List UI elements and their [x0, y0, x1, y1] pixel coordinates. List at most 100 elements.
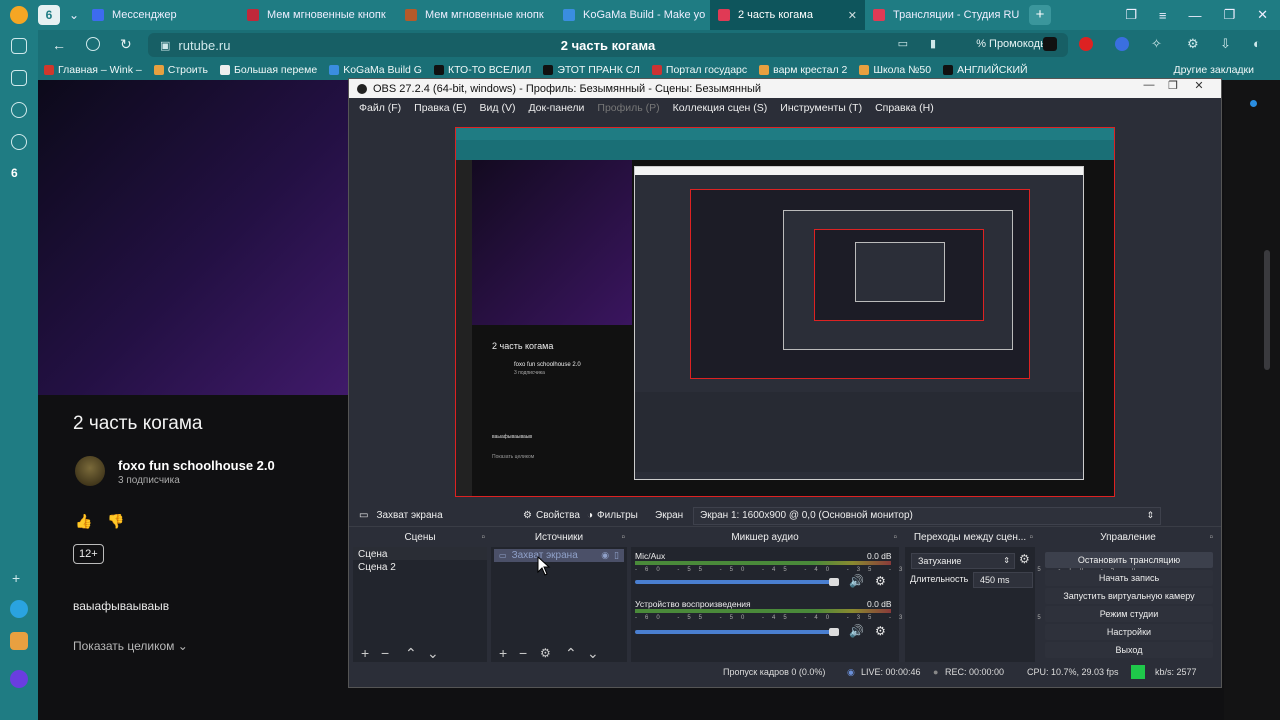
- reload-icon[interactable]: ↻: [120, 36, 132, 53]
- properties-button[interactable]: ⚙ Свойства: [523, 510, 580, 521]
- bookmark-item[interactable]: Главная – Wink –: [44, 64, 142, 76]
- start-recording-button[interactable]: Начать запись: [1045, 570, 1213, 586]
- new-tab-button[interactable]: +: [1029, 5, 1051, 25]
- dislike-icon[interactable]: 👎: [107, 513, 124, 530]
- bookmark-icon[interactable]: ▮: [930, 37, 936, 50]
- telegram-icon[interactable]: [10, 600, 28, 618]
- avatar[interactable]: [75, 456, 105, 486]
- filters-button[interactable]: ◑ Фильтры: [587, 510, 638, 521]
- menu-tools[interactable]: Инструменты (T): [780, 102, 862, 114]
- tabs-icon[interactable]: [11, 70, 27, 86]
- bookmark-item[interactable]: Большая переме: [219, 64, 317, 76]
- source-up-button[interactable]: ⌃: [565, 645, 577, 662]
- transition-gear-icon[interactable]: ⚙: [1019, 552, 1030, 566]
- reader-icon[interactable]: ▭: [898, 37, 908, 50]
- extension-puzzle-icon[interactable]: ✧: [1151, 36, 1162, 52]
- scrollbar[interactable]: [1264, 250, 1270, 370]
- bookmark-item[interactable]: АНГЛИЙСКИЙ: [943, 64, 1028, 76]
- obs-close-icon[interactable]: ✕: [1187, 79, 1211, 92]
- bookmark-item[interactable]: KoGaMa Build G: [329, 64, 422, 76]
- add-scene-button[interactable]: +: [361, 645, 369, 661]
- close-window-icon[interactable]: ✕: [1257, 7, 1268, 23]
- other-bookmarks[interactable]: Другие закладки: [1174, 64, 1254, 76]
- downloads-icon[interactable]: [11, 134, 27, 150]
- tab-list-chevron-icon[interactable]: ⌄: [64, 8, 84, 22]
- source-item[interactable]: ▭ Захват экрана ◉ ▯: [494, 549, 624, 562]
- exit-button[interactable]: Выход: [1045, 642, 1213, 658]
- undock-icon[interactable]: ▫: [893, 532, 897, 543]
- mixer-slider-knob[interactable]: [829, 628, 839, 636]
- profile-icon[interactable]: ◐: [1253, 36, 1261, 51]
- game-icon[interactable]: [10, 632, 28, 650]
- promo-button[interactable]: % Промокоды: [976, 38, 1048, 50]
- channel-name[interactable]: foxo fun schoolhouse 2.0: [118, 458, 275, 473]
- minimize-icon[interactable]: —: [1188, 8, 1201, 23]
- undock-icon[interactable]: ▫: [1209, 532, 1213, 543]
- remove-scene-button[interactable]: −: [381, 645, 389, 661]
- extension-gear-icon[interactable]: ⚙: [1187, 36, 1199, 52]
- undock-icon[interactable]: ▫: [481, 532, 485, 543]
- obs-minimize-icon[interactable]: —: [1137, 79, 1161, 91]
- mixer-volume-slider[interactable]: [635, 580, 835, 584]
- tab-active-video[interactable]: 2 часть когама ✕: [710, 0, 865, 30]
- mixer-volume-slider[interactable]: [635, 630, 835, 634]
- add-panel-icon[interactable]: +: [12, 570, 20, 586]
- extension-red-icon[interactable]: [1079, 37, 1093, 51]
- bookmark-item[interactable]: варм крестал 2: [759, 64, 847, 76]
- obs-maximize-icon[interactable]: ❐: [1161, 79, 1185, 92]
- menu-docks[interactable]: Док-панели: [528, 102, 584, 114]
- yandex-y-icon[interactable]: [86, 37, 100, 51]
- downloads-bar-icon[interactable]: ⇩: [1220, 36, 1231, 52]
- menu-file[interactable]: Файл (F): [359, 102, 401, 114]
- tab-meme-1[interactable]: Мем мгновенные кнопк: [239, 0, 397, 30]
- bookmark-item[interactable]: Портал государс: [651, 64, 747, 76]
- history-icon[interactable]: [11, 102, 27, 118]
- scene-item[interactable]: Сцена: [353, 547, 487, 560]
- close-tab-icon[interactable]: ✕: [840, 9, 857, 22]
- studio-mode-button[interactable]: Режим студии: [1045, 606, 1213, 622]
- tab-meme-2[interactable]: Мем мгновенные кнопк: [397, 0, 555, 30]
- stop-streaming-button[interactable]: Остановить трансляцию: [1045, 552, 1213, 568]
- maximize-icon[interactable]: ❐: [1223, 7, 1235, 23]
- menu-edit[interactable]: Правка (E): [414, 102, 466, 114]
- url-box[interactable]: ▣ rutube.ru 2 часть когама ▭ ▮ % Промоко…: [148, 33, 1068, 57]
- obs-preview[interactable]: 2 часть когама foxo fun schoolhouse 2.0 …: [455, 127, 1115, 497]
- undock-icon[interactable]: ▫: [621, 532, 625, 543]
- bookmark-item[interactable]: Строить: [153, 64, 208, 76]
- add-source-button[interactable]: +: [499, 645, 507, 661]
- bookmark-item[interactable]: ЭТОТ ПРАНК СЛ: [543, 64, 640, 76]
- bookmark-window-icon[interactable]: ❐: [1125, 7, 1137, 23]
- menu-view[interactable]: Вид (V): [480, 102, 516, 114]
- undock-icon[interactable]: ▫: [1029, 532, 1033, 543]
- speaker-icon[interactable]: 🔊: [849, 574, 864, 588]
- screen-select[interactable]: Экран 1: 1600x900 @ 0,0 (Основной монито…: [693, 506, 1161, 525]
- eye-icon[interactable]: ◉: [601, 550, 609, 561]
- sidebar-number[interactable]: 6: [11, 166, 18, 180]
- menu-scene-collection[interactable]: Коллекция сцен (S): [673, 102, 768, 114]
- tab-count-badge[interactable]: 6: [38, 5, 60, 25]
- scene-down-button[interactable]: ⌄: [427, 645, 439, 662]
- tab-messenger[interactable]: Мессенджер: [84, 0, 239, 30]
- show-all-link[interactable]: Показать целиком ⌄: [73, 639, 188, 653]
- lock-icon[interactable]: ▯: [614, 550, 619, 561]
- gear-icon[interactable]: ⚙: [875, 624, 886, 638]
- menu-profile[interactable]: Профиль (P): [597, 102, 659, 114]
- bookmark-item[interactable]: Школа №50: [859, 64, 931, 76]
- alice-icon[interactable]: [10, 670, 28, 688]
- collections-icon[interactable]: [11, 38, 27, 54]
- start-virtual-camera-button[interactable]: Запустить виртуальную камеру: [1045, 588, 1213, 604]
- source-down-button[interactable]: ⌄: [587, 645, 599, 662]
- extension-mask-icon[interactable]: [1043, 37, 1057, 51]
- settings-button[interactable]: Настройки: [1045, 624, 1213, 640]
- extension-blue-icon[interactable]: [1115, 37, 1129, 51]
- back-icon[interactable]: ←: [52, 37, 66, 53]
- bookmark-item[interactable]: КТО-ТО ВСЕЛИЛ: [433, 64, 531, 76]
- transition-select[interactable]: Затухание ⇕: [911, 553, 1015, 569]
- source-properties-button[interactable]: ⚙: [540, 646, 551, 660]
- remove-source-button[interactable]: −: [519, 645, 527, 661]
- duration-input[interactable]: 450 ms: [973, 572, 1033, 588]
- video-player[interactable]: [38, 80, 348, 395]
- browser-logo[interactable]: [0, 0, 38, 30]
- like-icon[interactable]: 👍: [75, 513, 92, 530]
- menu-icon[interactable]: ≡: [1159, 8, 1167, 23]
